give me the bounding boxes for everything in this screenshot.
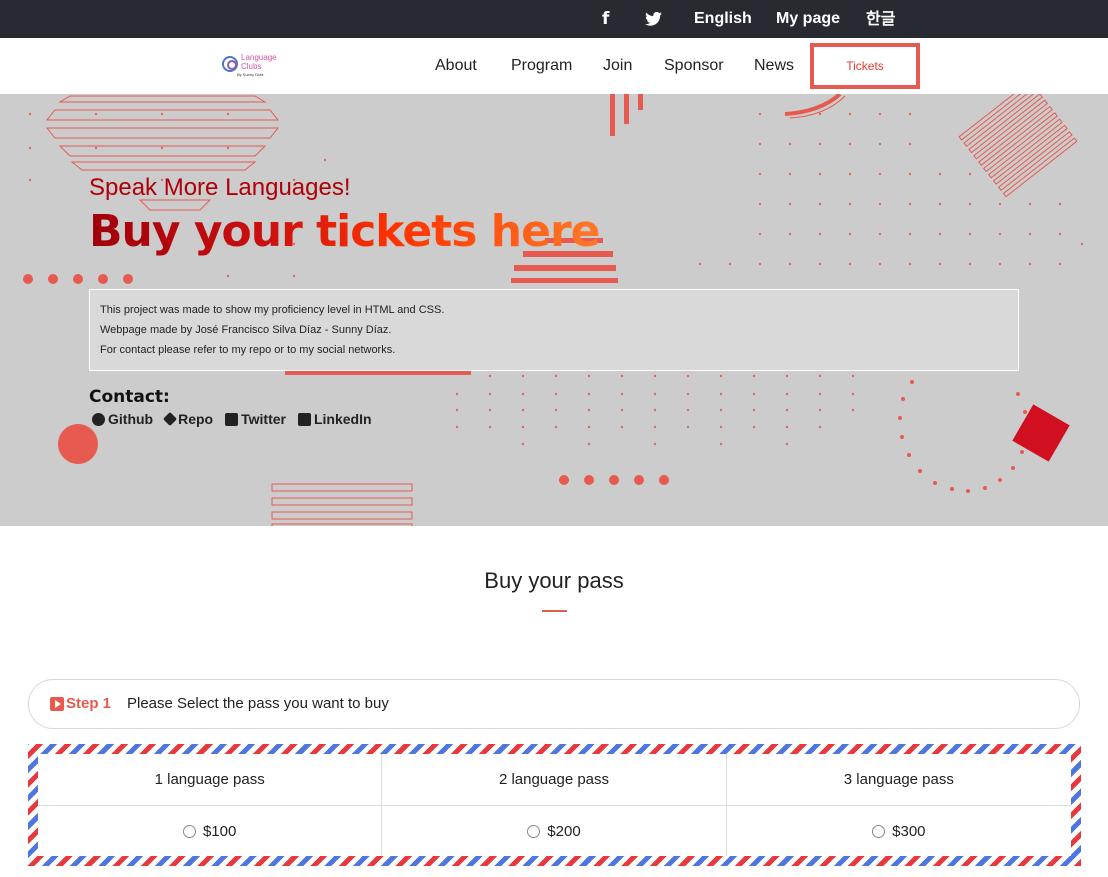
radio-button[interactable] <box>182 824 196 838</box>
pass-price: $200 <box>547 822 581 840</box>
pass-selection-frame: 1 language pass 2 language pass 3 langua… <box>28 744 1081 866</box>
language-korean-link[interactable]: 한글 <box>866 0 895 38</box>
logo[interactable]: Language Clubs By Sunny Díaz <box>222 53 292 83</box>
section-title: Buy your pass <box>484 568 624 593</box>
project-info-box: This project was made to show my profici… <box>89 289 1019 371</box>
nav-program[interactable]: Program <box>511 38 572 94</box>
git-icon <box>163 411 178 427</box>
nav-news[interactable]: News <box>754 38 794 94</box>
twitter-icon[interactable] <box>645 0 662 38</box>
logo-byline: By Sunny Díaz <box>237 72 264 77</box>
language-english-link[interactable]: English <box>694 0 752 38</box>
nav-sponsor[interactable]: Sponsor <box>664 38 724 94</box>
github-icon <box>92 412 105 426</box>
title-underline <box>542 610 567 612</box>
pass-option-2[interactable]: $200 <box>382 806 727 856</box>
hero-banner: Speak More Languages! Buy your tickets h… <box>0 94 1108 526</box>
repo-link[interactable]: Repo <box>163 411 213 427</box>
pass-option-1[interactable]: $100 <box>38 806 383 856</box>
contact-links: Github Repo Twitter LinkedIn <box>92 411 372 427</box>
step-label: Step 1 <box>66 695 112 712</box>
step-instruction: Please Select the pass you want to buy <box>127 695 389 712</box>
info-line: For contact please refer to my repo or t… <box>100 344 396 356</box>
github-link[interactable]: Github <box>92 411 153 427</box>
my-page-link[interactable]: My page <box>776 0 840 38</box>
hero-subtitle: Speak More Languages! <box>89 174 351 201</box>
info-line: Webpage made by José Francisco Silva Día… <box>100 324 392 336</box>
top-bar: f English My page 한글 <box>0 0 1108 38</box>
hero-headline: Buy your tickets here <box>89 206 600 257</box>
facebook-icon[interactable]: f <box>602 0 609 38</box>
contact-title: Contact: <box>89 387 170 407</box>
pass-option-3[interactable]: $300 <box>727 806 1071 856</box>
step-bar: Step 1 Please Select the pass you want t… <box>28 679 1080 729</box>
pass-name: 1 language pass <box>38 754 383 806</box>
pass-price: $100 <box>202 822 237 840</box>
twitter-link[interactable]: Twitter <box>225 411 286 427</box>
nav-join[interactable]: Join <box>603 38 632 94</box>
twitter-square-icon <box>225 412 239 426</box>
main-nav: Language Clubs By Sunny Díaz About Progr… <box>0 38 1108 94</box>
linkedin-icon <box>297 412 311 426</box>
info-line: This project was made to show my profici… <box>100 304 445 316</box>
pass-table: 1 language pass 2 language pass 3 langua… <box>38 754 1071 856</box>
pass-name: 2 language pass <box>382 754 727 806</box>
play-icon <box>50 697 64 711</box>
nav-tickets-button[interactable]: Tickets <box>810 43 920 89</box>
pass-price: $300 <box>892 822 926 840</box>
radio-button[interactable] <box>527 824 541 838</box>
logo-text: Language Clubs <box>241 53 277 71</box>
linkedin-link[interactable]: LinkedIn <box>297 411 372 427</box>
nav-about[interactable]: About <box>435 38 477 94</box>
pass-name: 3 language pass <box>726 754 1071 806</box>
radio-button[interactable] <box>872 824 886 838</box>
